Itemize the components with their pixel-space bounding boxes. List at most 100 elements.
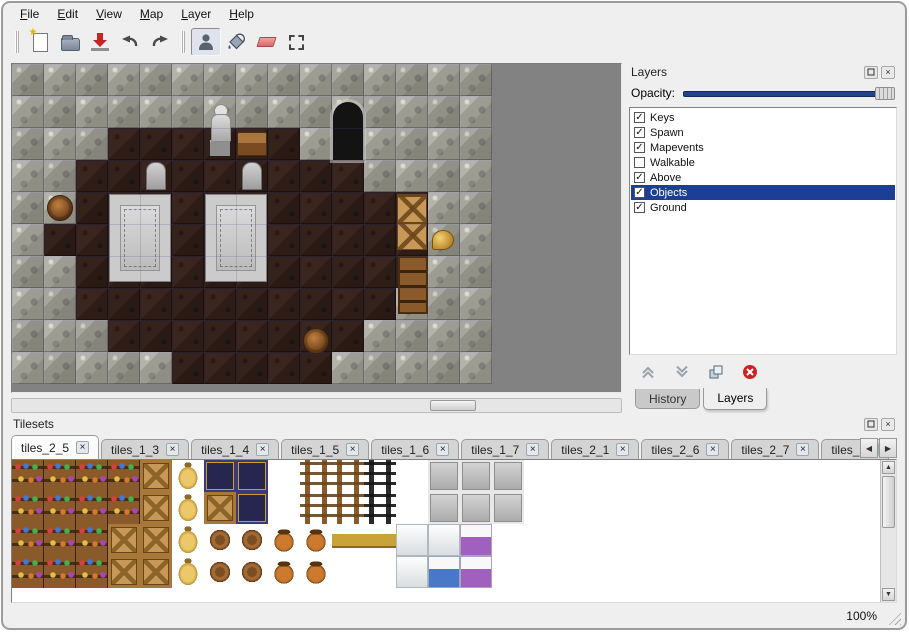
toolbar-drag-handle[interactable] xyxy=(181,31,185,53)
tileset-tile[interactable] xyxy=(428,556,460,588)
tileset-tile[interactable] xyxy=(396,556,428,588)
tileset-tile[interactable] xyxy=(172,492,204,524)
layer-row-keys[interactable]: ✓Keys xyxy=(631,110,895,125)
tileset-tile[interactable] xyxy=(460,460,492,492)
tileset-vertical-scrollbar[interactable]: ▲ ▼ xyxy=(880,460,896,602)
tileset-tile[interactable] xyxy=(204,556,236,588)
save-button[interactable] xyxy=(85,28,115,56)
layer-visibility-checkbox[interactable]: ✓ xyxy=(634,142,645,153)
undo-button[interactable] xyxy=(115,28,145,56)
toolbar-drag-handle[interactable] xyxy=(15,31,19,53)
menu-edit[interactable]: Edit xyxy=(48,4,87,24)
tileset-tile[interactable] xyxy=(76,556,108,588)
layer-visibility-checkbox[interactable]: ✓ xyxy=(634,187,645,198)
tileset-tab-tiles_2_1[interactable]: tiles_2_1× xyxy=(551,439,639,459)
tileset-tile[interactable] xyxy=(76,524,108,556)
tileset-tile[interactable] xyxy=(44,492,76,524)
opacity-slider[interactable] xyxy=(683,86,895,100)
close-tab-icon[interactable]: × xyxy=(706,443,719,456)
tileset-tile[interactable] xyxy=(332,556,364,588)
tileset-tile[interactable] xyxy=(460,492,492,524)
tileset-tile[interactable] xyxy=(332,460,364,492)
tileset-tile[interactable] xyxy=(140,556,172,588)
float-panel-button[interactable] xyxy=(864,418,878,431)
tileset-tile[interactable] xyxy=(236,460,268,492)
tileset-tile[interactable] xyxy=(492,556,524,588)
close-tab-icon[interactable]: × xyxy=(76,441,89,454)
tileset-tile[interactable] xyxy=(268,524,300,556)
scroll-tabs-left-button[interactable]: ◀ xyxy=(860,438,878,458)
select-tool-button[interactable] xyxy=(281,28,311,56)
tileset-tile[interactable] xyxy=(428,460,460,492)
tileset-tile[interactable] xyxy=(492,492,524,524)
tileset-tile[interactable] xyxy=(268,492,300,524)
menu-view[interactable]: View xyxy=(87,4,131,24)
tileset-tab-tiles_2_6[interactable]: tiles_2_6× xyxy=(641,439,729,459)
tileset-tile[interactable] xyxy=(204,524,236,556)
tileset-tile[interactable] xyxy=(492,460,524,492)
tileset-tab-tiles_1_7[interactable]: tiles_1_7× xyxy=(461,439,549,459)
layer-row-mapevents[interactable]: ✓Mapevents xyxy=(631,140,895,155)
tileset-tile[interactable] xyxy=(76,492,108,524)
tileset-tile[interactable] xyxy=(300,492,332,524)
tileset-tile[interactable] xyxy=(396,492,428,524)
tileset-tile[interactable] xyxy=(300,460,332,492)
close-tab-icon[interactable]: × xyxy=(166,443,179,456)
menu-layer[interactable]: Layer xyxy=(172,4,220,24)
move-layer-down-button[interactable] xyxy=(673,363,691,381)
layer-visibility-checkbox[interactable]: ✓ xyxy=(634,127,645,138)
layer-visibility-checkbox[interactable]: ✓ xyxy=(634,202,645,213)
horizontal-scrollbar-thumb[interactable] xyxy=(430,400,476,411)
layer-visibility-checkbox[interactable]: ✓ xyxy=(634,112,645,123)
menu-help[interactable]: Help xyxy=(220,4,263,24)
tileset-tab-tiles_1_3[interactable]: tiles_1_3× xyxy=(101,439,189,459)
tileset-tile[interactable] xyxy=(236,556,268,588)
open-file-button[interactable] xyxy=(55,28,85,56)
redo-button[interactable] xyxy=(145,28,175,56)
tileset-tile[interactable] xyxy=(300,556,332,588)
layer-visibility-checkbox[interactable]: ✓ xyxy=(634,172,645,183)
close-tab-icon[interactable]: × xyxy=(436,443,449,456)
tileset-tile[interactable] xyxy=(172,524,204,556)
tileset-tab-tiles_2_7[interactable]: tiles_2_7× xyxy=(731,439,819,459)
tileset-tile[interactable] xyxy=(12,460,44,492)
stamp-tool-button[interactable] xyxy=(191,28,221,56)
tileset-tab-tiles_1_5[interactable]: tiles_1_5× xyxy=(281,439,369,459)
resize-grip[interactable] xyxy=(887,611,901,625)
tileset-tile[interactable] xyxy=(108,460,140,492)
tileset-tile[interactable] xyxy=(172,556,204,588)
layer-row-walkable[interactable]: Walkable xyxy=(631,155,895,170)
close-panel-button[interactable]: × xyxy=(881,418,895,431)
tileset-tile[interactable] xyxy=(12,492,44,524)
tileset-tile[interactable] xyxy=(268,556,300,588)
map-content[interactable] xyxy=(12,64,492,384)
close-tab-icon[interactable]: × xyxy=(256,443,269,456)
tileset-tile[interactable] xyxy=(332,524,364,556)
tileset-tile[interactable] xyxy=(12,556,44,588)
tileset-tile[interactable] xyxy=(76,460,108,492)
vertical-scrollbar-thumb[interactable] xyxy=(882,476,895,528)
tileset-tile[interactable] xyxy=(204,460,236,492)
tileset-tile[interactable] xyxy=(428,524,460,556)
tileset-tile[interactable] xyxy=(364,524,396,556)
tileset-tile[interactable] xyxy=(364,460,396,492)
layer-row-above[interactable]: ✓Above xyxy=(631,170,895,185)
tileset-tile[interactable] xyxy=(460,524,492,556)
tileset-tile[interactable] xyxy=(108,556,140,588)
tileset-tile[interactable] xyxy=(236,492,268,524)
tileset-tile[interactable] xyxy=(44,524,76,556)
map-horizontal-scrollbar[interactable] xyxy=(11,398,622,413)
duplicate-layer-button[interactable] xyxy=(707,363,725,381)
float-panel-button[interactable] xyxy=(864,66,878,79)
menu-file[interactable]: File xyxy=(11,4,48,24)
tab-layers[interactable]: Layers xyxy=(703,388,767,410)
tileset-tile[interactable] xyxy=(44,460,76,492)
tileset-tile[interactable] xyxy=(268,460,300,492)
layer-row-ground[interactable]: ✓Ground xyxy=(631,200,895,215)
tileset-tile[interactable] xyxy=(108,492,140,524)
tileset-tile[interactable] xyxy=(364,492,396,524)
tileset-tile[interactable] xyxy=(364,556,396,588)
opacity-slider-thumb[interactable] xyxy=(875,87,895,100)
tileset-tile[interactable] xyxy=(172,460,204,492)
tileset-tile[interactable] xyxy=(140,492,172,524)
